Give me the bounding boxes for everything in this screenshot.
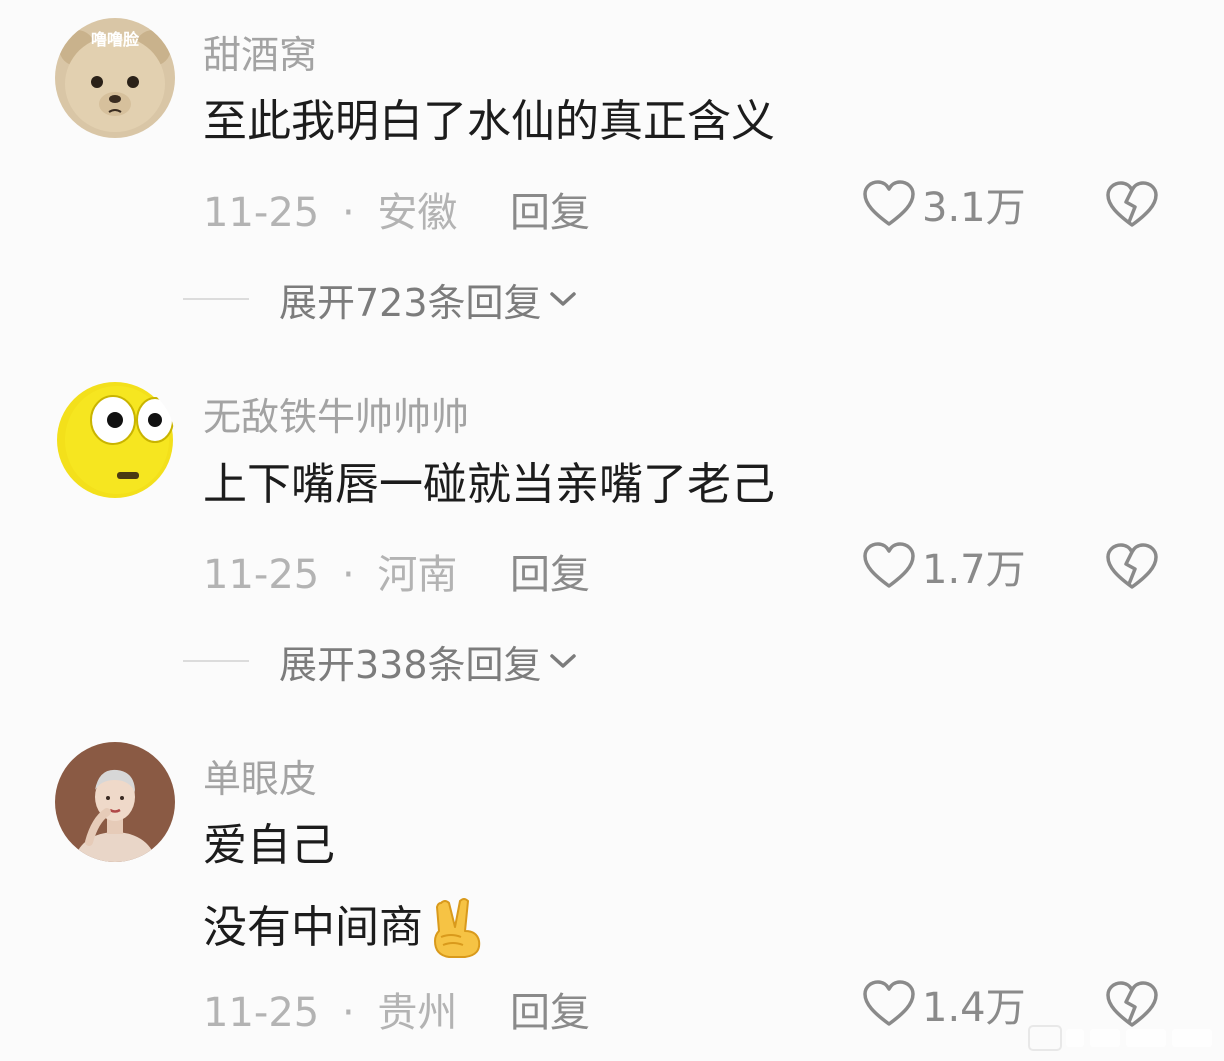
broken-heart-icon — [1106, 981, 1158, 1027]
comment-text-line-content: 没有中间商 — [203, 902, 423, 953]
comment-meta: 11-25 · 贵州 — [203, 980, 457, 1038]
comment-text-line: 爱自己 — [203, 820, 335, 871]
like-button[interactable]: 1.4万 — [862, 978, 1026, 1031]
watermark-badge-icon — [1028, 1025, 1062, 1051]
comment-item: 单眼皮 爱自己 没有中间商 11-25 · 贵州 回复 1.4万 — [0, 0, 1224, 1061]
comment-date: 11-25 — [203, 990, 320, 1036]
like-count: 1.4万 — [922, 985, 1026, 1031]
comment-location: 贵州 — [377, 990, 458, 1036]
meta-separator: · — [341, 990, 355, 1036]
watermark-mark-icon — [1066, 1029, 1212, 1047]
reply-button[interactable]: 回复 — [510, 980, 590, 1038]
heart-outline-icon — [863, 980, 915, 1026]
username[interactable]: 单眼皮 — [203, 748, 317, 803]
victory-hand-emoji-icon — [434, 898, 481, 958]
watermark — [1028, 1025, 1216, 1051]
person-illustration-avatar-icon[interactable] — [55, 742, 175, 862]
comment-text-line: 没有中间商 — [203, 897, 487, 959]
